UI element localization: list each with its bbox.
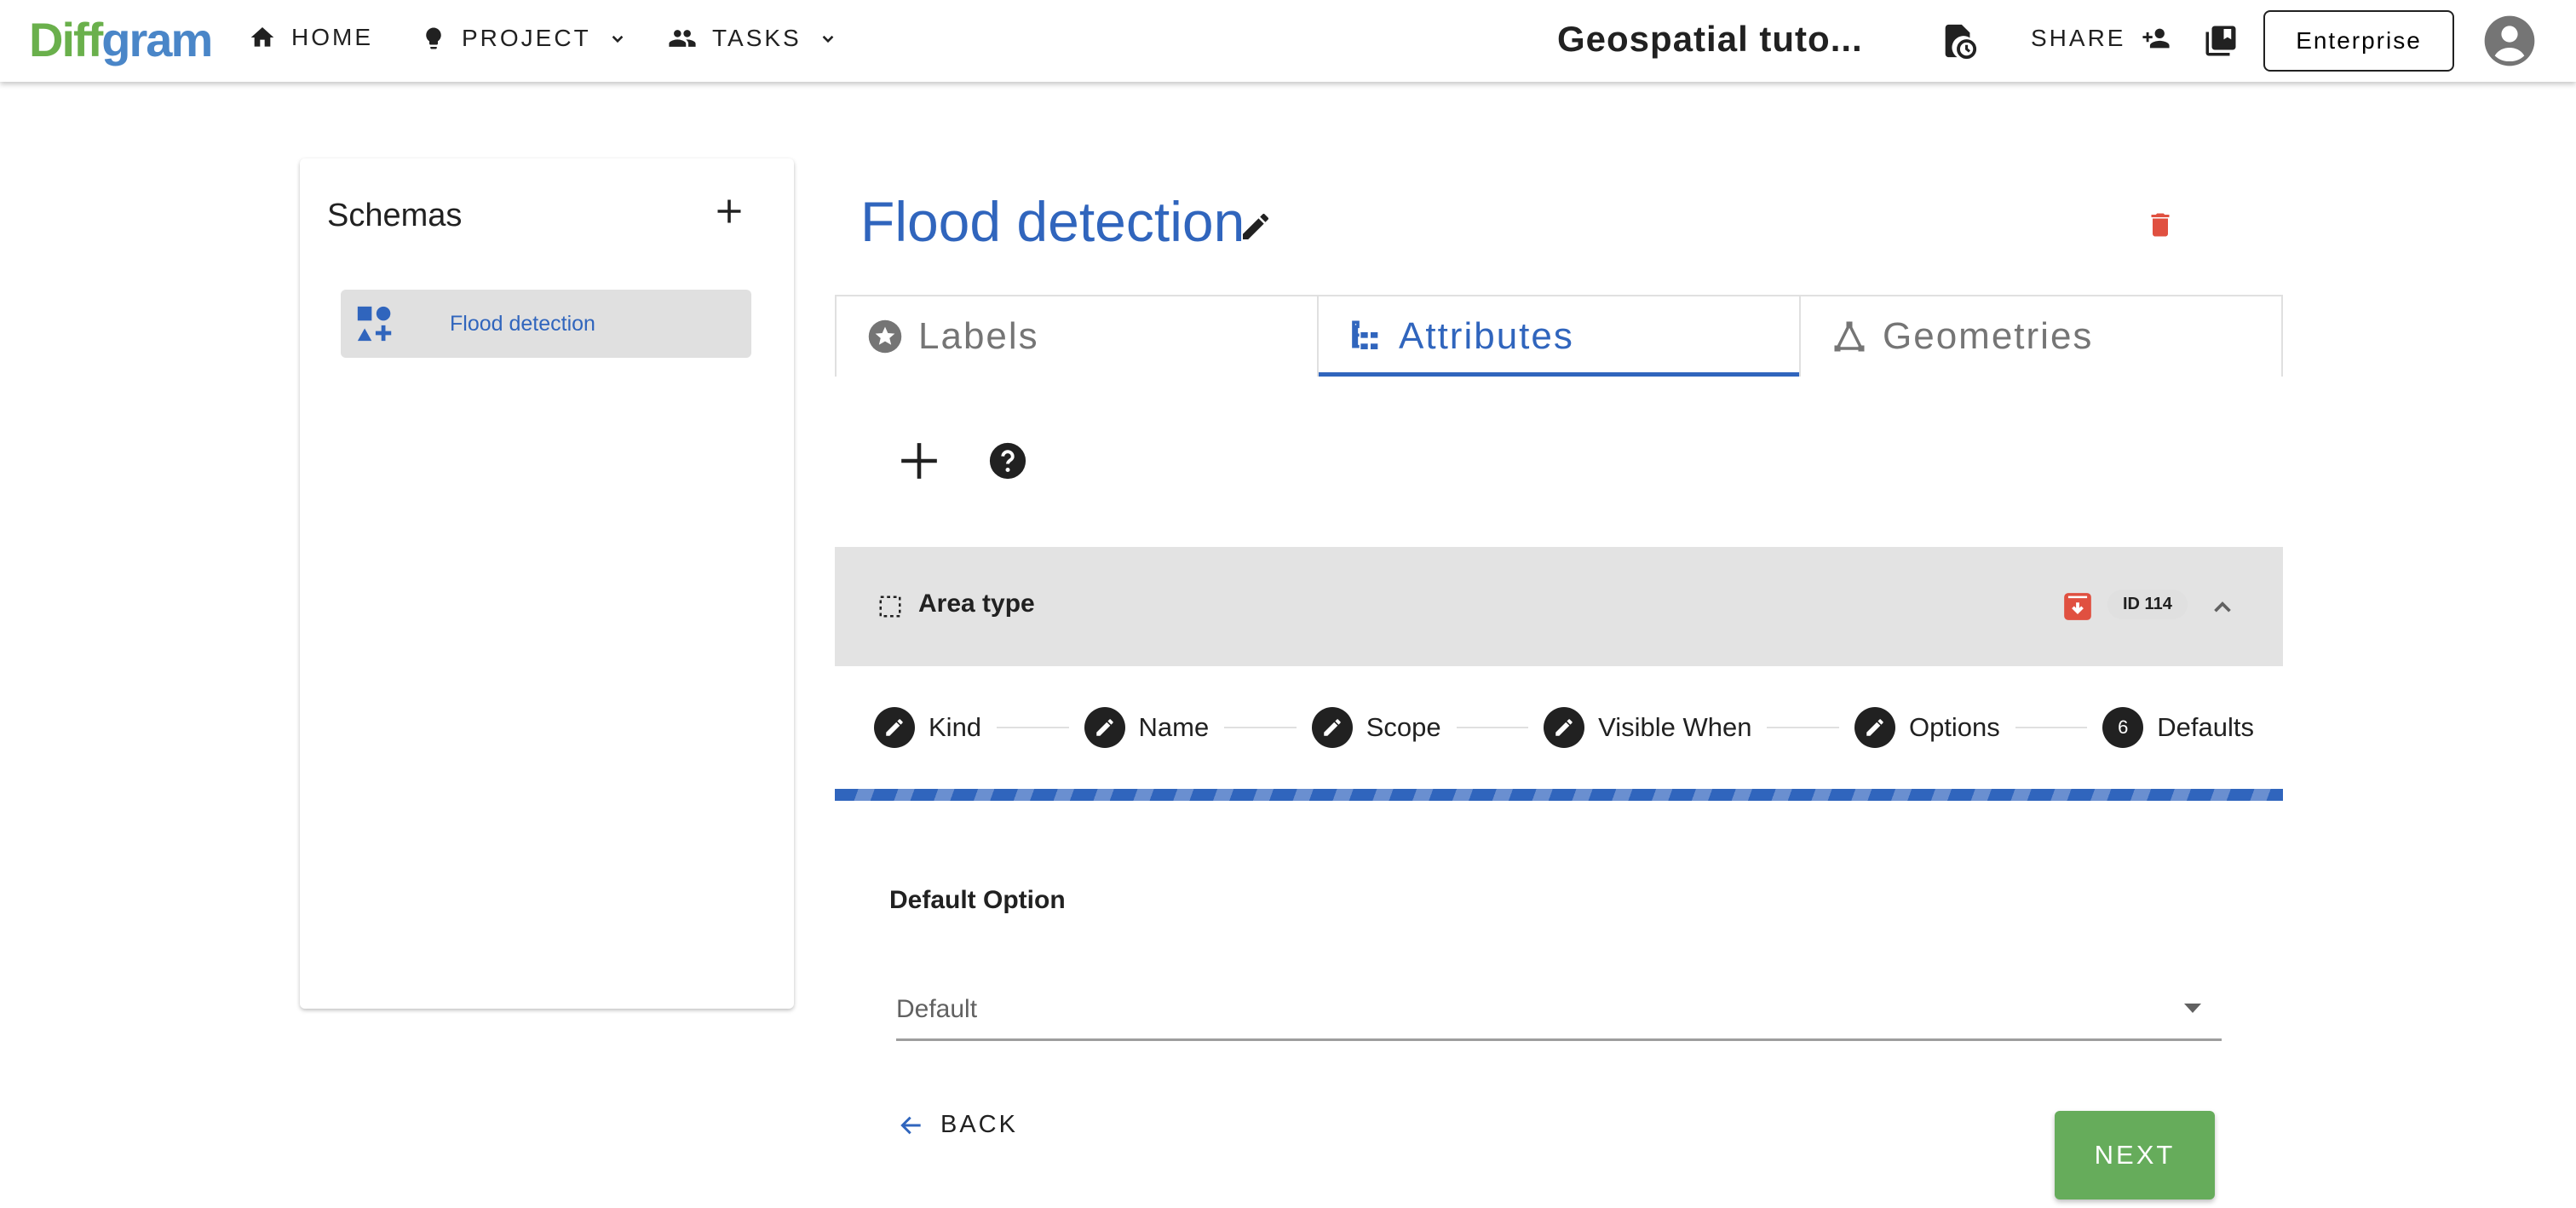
schema-item-label: Flood detection [450,311,595,336]
add-schema-icon[interactable] [714,196,745,227]
attribute-name: Area type [918,590,1035,618]
nav-project-button[interactable]: PROJECT [421,24,629,53]
account-avatar-icon[interactable] [2482,14,2537,68]
step-label: Kind [929,712,982,742]
home-icon [250,27,274,47]
nav-tasks-button[interactable]: TASKS [668,24,839,53]
lightbulb-icon [426,27,441,49]
edit-step-icon [1544,707,1585,748]
add-people-icon [2142,28,2171,49]
edit-step-icon [1084,707,1125,748]
archive-icon[interactable] [2061,590,2094,624]
select-value: Default [896,995,978,1023]
project-title[interactable]: Geospatial tuto... [1557,19,1863,60]
library-books-icon[interactable] [2203,22,2239,60]
shapes-icon [357,306,392,342]
nav-home-button[interactable]: HOME [249,24,373,51]
chevron-down-icon [612,35,624,43]
step-divider [997,727,1069,728]
tree-icon [1352,320,1378,349]
logo-part2: gram [101,13,213,66]
nav-home-label: HOME [291,24,373,50]
attribute-stepper: Kind Name Scope Visible When Options 6 De… [874,704,2254,751]
section-title: Default Option [889,886,1066,914]
edit-step-icon [1854,707,1895,748]
arrow-left-icon [900,1116,921,1134]
step-label: Visible When [1598,712,1752,742]
nav-project-label: PROJECT [462,25,591,51]
step-label: Name [1138,712,1210,742]
step-label: Scope [1366,712,1441,742]
people-icon [669,30,696,47]
next-button[interactable]: NEXT [2055,1111,2215,1199]
edit-title-icon[interactable] [1239,210,1273,244]
schemas-panel: Schemas Flood detection [300,158,794,1009]
schema-list-item[interactable]: Flood detection [341,290,751,358]
tab-attributes[interactable]: Attributes [1317,296,1799,377]
tab-attributes-label: Attributes [1399,315,1574,357]
step-divider [1767,727,1839,728]
schemas-title: Schemas [327,198,463,233]
enterprise-button[interactable]: Enterprise [2263,10,2454,72]
progress-bar [835,789,2283,801]
tab-geometries-label: Geometries [1883,315,2094,357]
step-divider [1224,727,1297,728]
tab-geometries[interactable]: Geometries [1799,296,2283,377]
select-area-icon [879,595,901,618]
chevron-down-icon [822,35,834,43]
add-attribute-icon[interactable] [898,440,940,482]
file-history-icon[interactable] [1939,20,1978,61]
default-option-select[interactable]: Default [896,988,2222,1041]
dropdown-arrow-icon [2184,1004,2201,1013]
step-label: Options [1908,712,2000,742]
share-label: SHARE [2031,25,2126,51]
step-divider [1456,727,1529,728]
step-defaults[interactable]: 6 Defaults [2102,707,2254,748]
edit-step-icon [1311,707,1353,748]
top-app-bar: Diffgram HOME PROJECT TASKS Geospatial t… [0,0,2576,82]
step-kind[interactable]: Kind [874,707,981,748]
step-scope[interactable]: Scope [1311,707,1441,748]
help-icon[interactable] [988,441,1027,480]
tab-labels[interactable]: Labels [835,296,1317,377]
polygon-icon [1834,321,1865,352]
tab-labels-label: Labels [918,315,1039,357]
chevron-up-icon[interactable] [2208,593,2237,622]
logo-part1: Diff [29,13,103,66]
step-name[interactable]: Name [1084,707,1210,748]
share-button[interactable]: SHARE [2031,24,2171,53]
edit-step-icon [874,707,915,748]
attribute-header[interactable]: Area type ID 114 [835,547,2283,666]
attribute-id-chip: ID 114 [2107,590,2188,619]
step-label: Defaults [2157,712,2255,742]
schema-tabs: Labels Attributes Geometries [835,295,2283,377]
back-label: BACK [940,1111,1018,1138]
star-circle-icon [868,319,902,354]
back-button[interactable]: BACK [898,1111,1018,1139]
nav-tasks-label: TASKS [712,25,802,51]
schema-title: Flood detection [860,190,1245,253]
step-divider [2015,727,2088,728]
step-visible-when[interactable]: Visible When [1544,707,1751,748]
delete-schema-icon[interactable] [2145,206,2176,244]
diffgram-logo[interactable]: Diffgram [29,12,213,67]
step-options[interactable]: Options [1854,707,2000,748]
step-number: 6 [2102,707,2144,748]
